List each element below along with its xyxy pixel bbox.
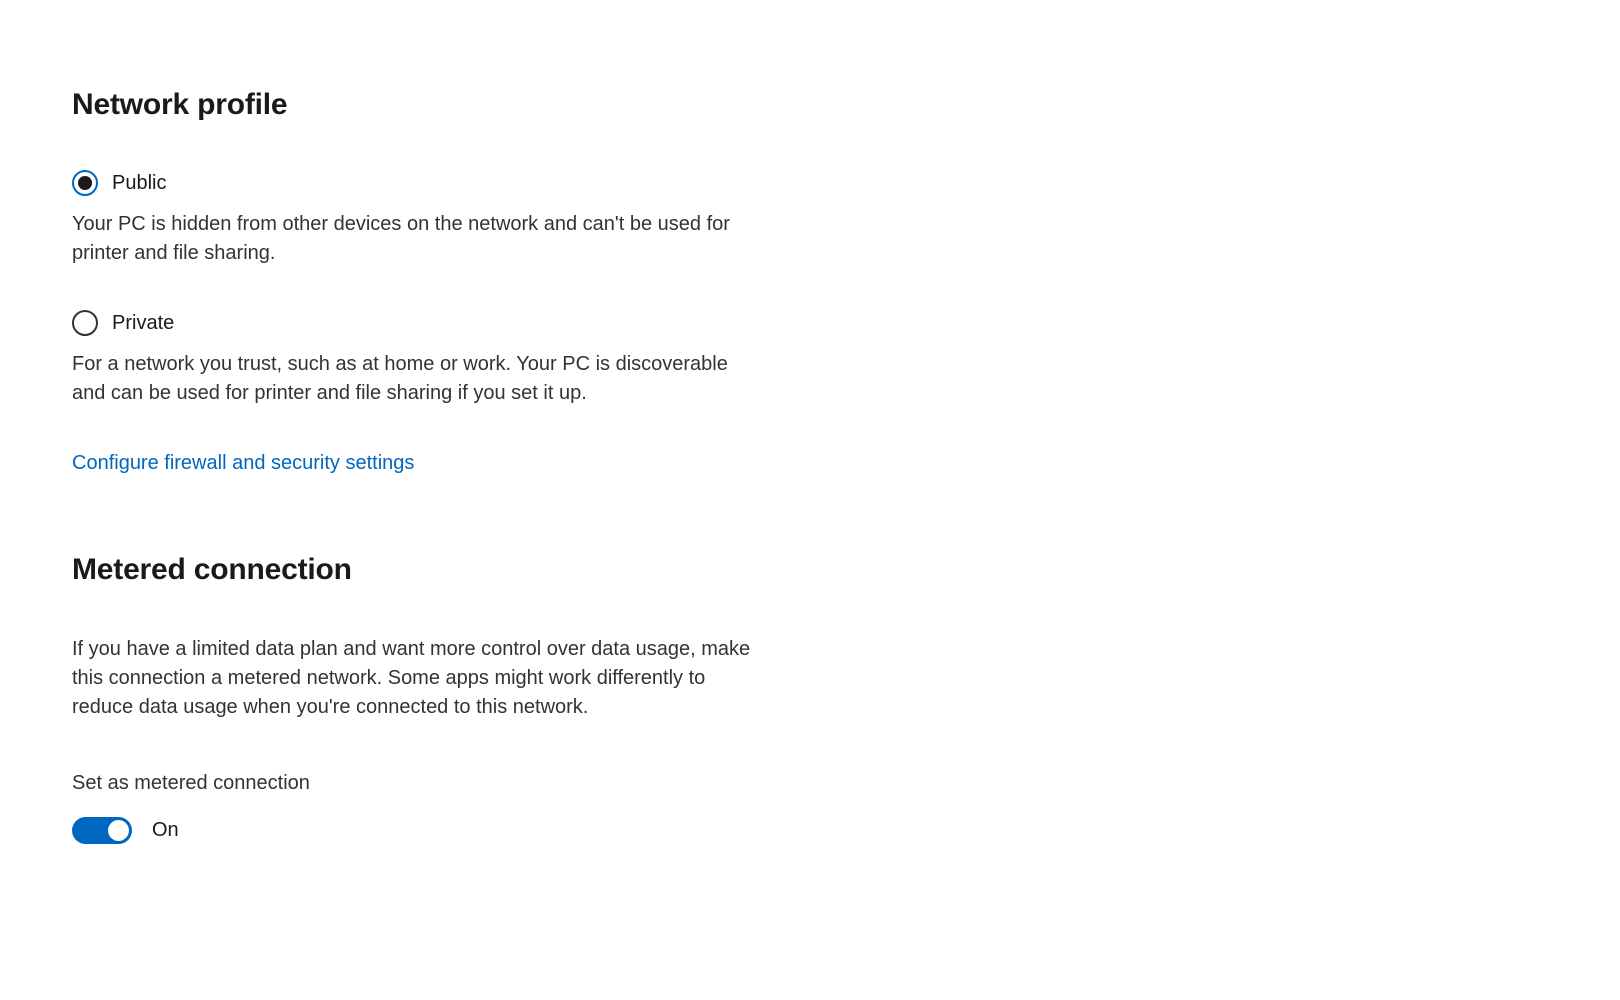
metered-connection-section: Metered connection If you have a limited… <box>72 553 1548 844</box>
radio-option-public: Public Your PC is hidden from other devi… <box>72 170 1548 268</box>
radio-unselected-icon <box>72 310 98 336</box>
radio-selected-icon <box>72 170 98 196</box>
metered-connection-heading: Metered connection <box>72 553 1548 587</box>
network-profile-heading: Network profile <box>72 88 1548 122</box>
radio-public-description: Your PC is hidden from other devices on … <box>72 210 752 268</box>
radio-dot-icon <box>78 176 92 190</box>
radio-public[interactable]: Public <box>72 170 1548 196</box>
radio-private[interactable]: Private <box>72 310 1548 336</box>
metered-toggle-state: On <box>152 819 179 842</box>
network-profile-section: Network profile Public Your PC is hidden… <box>72 88 1548 475</box>
metered-toggle-row: On <box>72 817 1548 844</box>
firewall-settings-link[interactable]: Configure firewall and security settings <box>72 452 414 475</box>
radio-option-private: Private For a network you trust, such as… <box>72 310 1548 408</box>
toggle-knob-icon <box>108 820 129 841</box>
metered-connection-description: If you have a limited data plan and want… <box>72 635 762 722</box>
network-profile-radio-group: Public Your PC is hidden from other devi… <box>72 170 1548 408</box>
radio-private-label: Private <box>112 312 174 335</box>
radio-private-description: For a network you trust, such as at home… <box>72 350 752 408</box>
metered-toggle-switch[interactable] <box>72 817 132 844</box>
metered-toggle-label: Set as metered connection <box>72 772 1548 795</box>
radio-public-label: Public <box>112 172 166 195</box>
